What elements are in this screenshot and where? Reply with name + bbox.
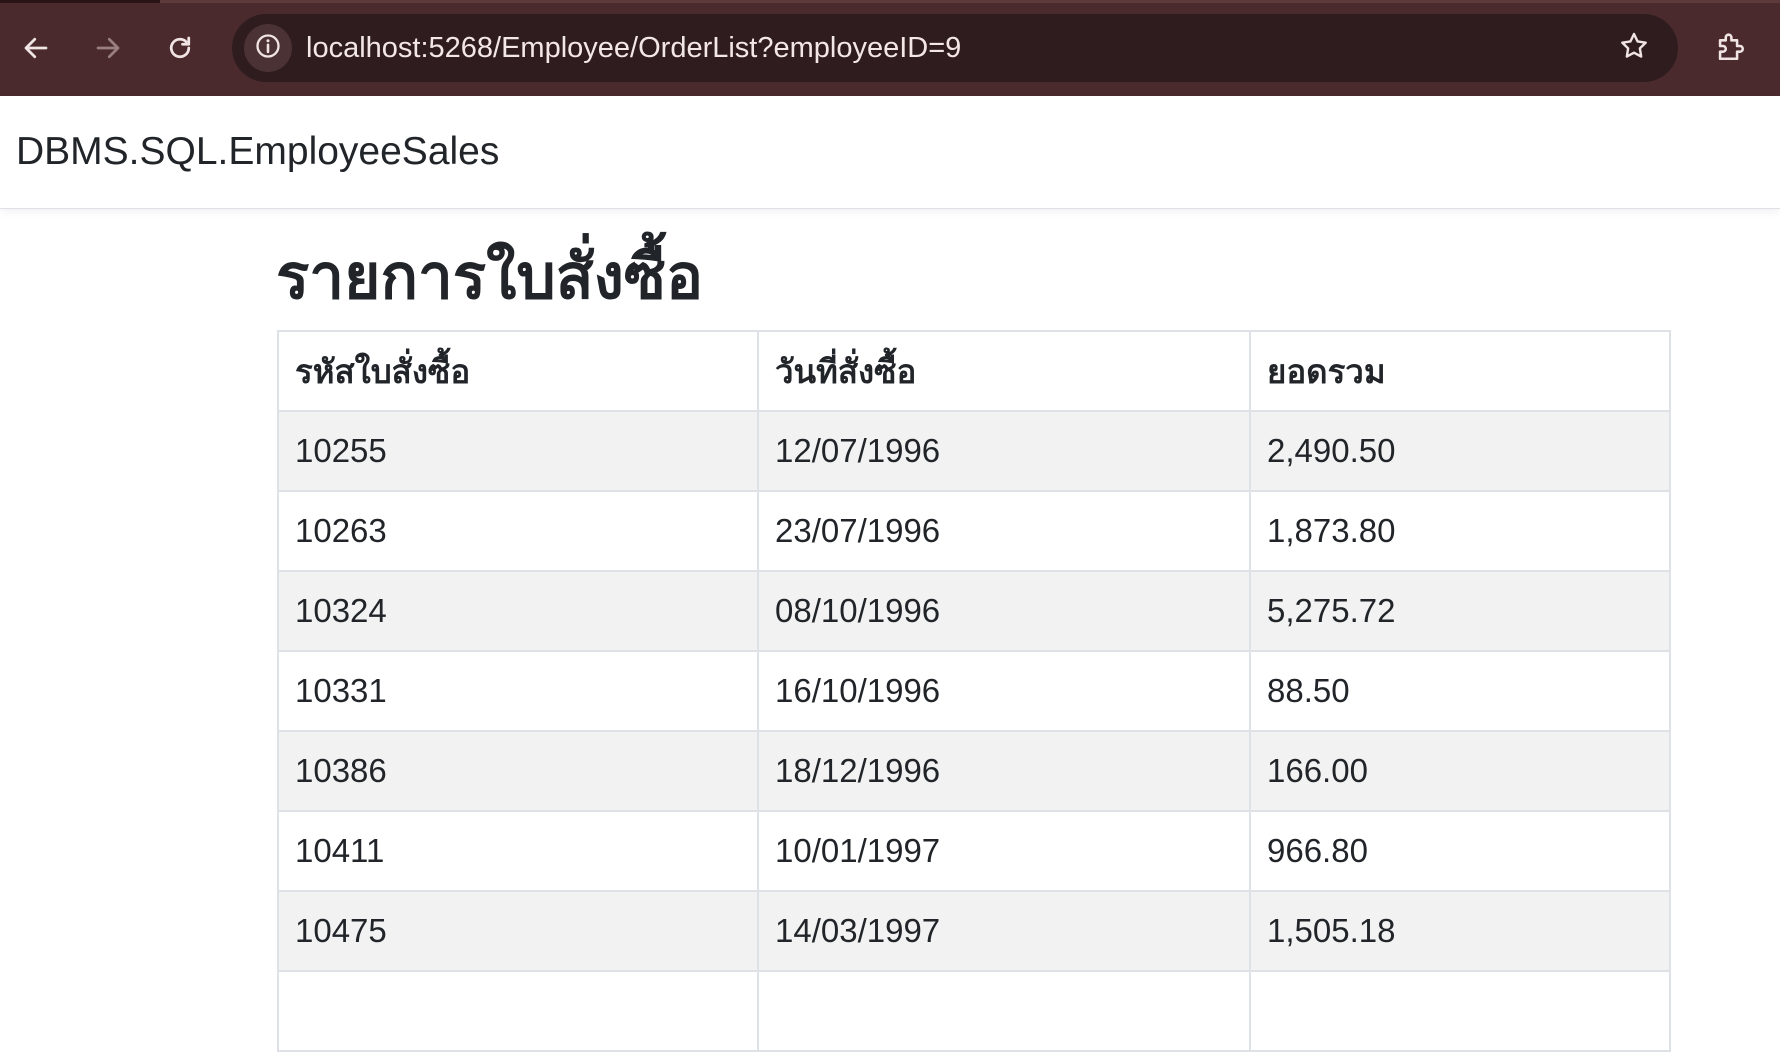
reload-button[interactable]	[156, 24, 204, 72]
column-header-total: ยอดรวม	[1249, 330, 1671, 412]
brand-link[interactable]: DBMS.SQL.EmployeeSales	[16, 96, 499, 208]
tab-strip-edge	[0, 0, 160, 3]
table-header-row: รหัสใบสั่งซื้อ วันที่สั่งซื้อ ยอดรวม	[277, 330, 1671, 412]
tab-strip-edge-right	[160, 0, 1780, 3]
order-date-cell: 18/12/1996	[757, 730, 1251, 812]
info-icon	[254, 32, 282, 65]
browser-toolbar: localhost:5268/Employee/OrderList?employ…	[0, 0, 1780, 96]
column-header-order-date: วันที่สั่งซื้อ	[757, 330, 1251, 412]
site-navbar: DBMS.SQL.EmployeeSales	[0, 96, 1780, 209]
order-total-cell: 88.50	[1249, 650, 1671, 732]
extensions-button[interactable]	[1706, 24, 1754, 72]
order-id-cell: 10255	[277, 410, 759, 492]
order-date-cell	[757, 970, 1251, 1052]
order-total-cell	[1249, 970, 1671, 1052]
order-id-cell: 10263	[277, 490, 759, 572]
site-info-button[interactable]	[244, 24, 292, 72]
order-total-cell: 1,505.18	[1249, 890, 1671, 972]
table-row	[277, 970, 1671, 1052]
forward-button[interactable]	[84, 24, 132, 72]
order-id-cell: 10475	[277, 890, 759, 972]
order-date-cell: 08/10/1996	[757, 570, 1251, 652]
order-date-cell: 23/07/1996	[757, 490, 1251, 572]
order-total-cell: 1,873.80	[1249, 490, 1671, 572]
order-total-cell: 5,275.72	[1249, 570, 1671, 652]
table-row: 10331 16/10/1996 88.50	[277, 650, 1671, 732]
back-arrow-icon	[21, 33, 51, 63]
order-total-cell: 166.00	[1249, 730, 1671, 812]
orders-table: รหัสใบสั่งซื้อ วันที่สั่งซื้อ ยอดรวม 102…	[277, 330, 1671, 1052]
orders-table-container: รหัสใบสั่งซื้อ วันที่สั่งซื้อ ยอดรวม 102…	[277, 330, 1671, 1052]
order-date-cell: 14/03/1997	[757, 890, 1251, 972]
order-date-cell: 10/01/1997	[757, 810, 1251, 892]
address-bar[interactable]: localhost:5268/Employee/OrderList?employ…	[232, 14, 1678, 82]
order-date-cell: 16/10/1996	[757, 650, 1251, 732]
table-row: 10475 14/03/1997 1,505.18	[277, 890, 1671, 972]
table-row: 10324 08/10/1996 5,275.72	[277, 570, 1671, 652]
star-icon	[1618, 30, 1650, 67]
reload-icon	[165, 33, 195, 63]
order-id-cell: 10331	[277, 650, 759, 732]
order-id-cell	[277, 970, 759, 1052]
order-total-cell: 2,490.50	[1249, 410, 1671, 492]
table-row: 10386 18/12/1996 166.00	[277, 730, 1671, 812]
table-row: 10255 12/07/1996 2,490.50	[277, 410, 1671, 492]
order-id-cell: 10411	[277, 810, 759, 892]
bookmark-button[interactable]	[1614, 28, 1654, 68]
order-date-cell: 12/07/1996	[757, 410, 1251, 492]
table-row: 10411 10/01/1997 966.80	[277, 810, 1671, 892]
puzzle-icon	[1713, 29, 1747, 68]
page-title: รายการใบสั่งซื้อ	[276, 243, 704, 312]
url-text[interactable]: localhost:5268/Employee/OrderList?employ…	[306, 14, 961, 82]
table-row: 10263 23/07/1996 1,873.80	[277, 490, 1671, 572]
order-id-cell: 10386	[277, 730, 759, 812]
forward-arrow-icon	[93, 33, 123, 63]
order-id-cell: 10324	[277, 570, 759, 652]
order-total-cell: 966.80	[1249, 810, 1671, 892]
column-header-order-id: รหัสใบสั่งซื้อ	[277, 330, 759, 412]
back-button[interactable]	[12, 24, 60, 72]
